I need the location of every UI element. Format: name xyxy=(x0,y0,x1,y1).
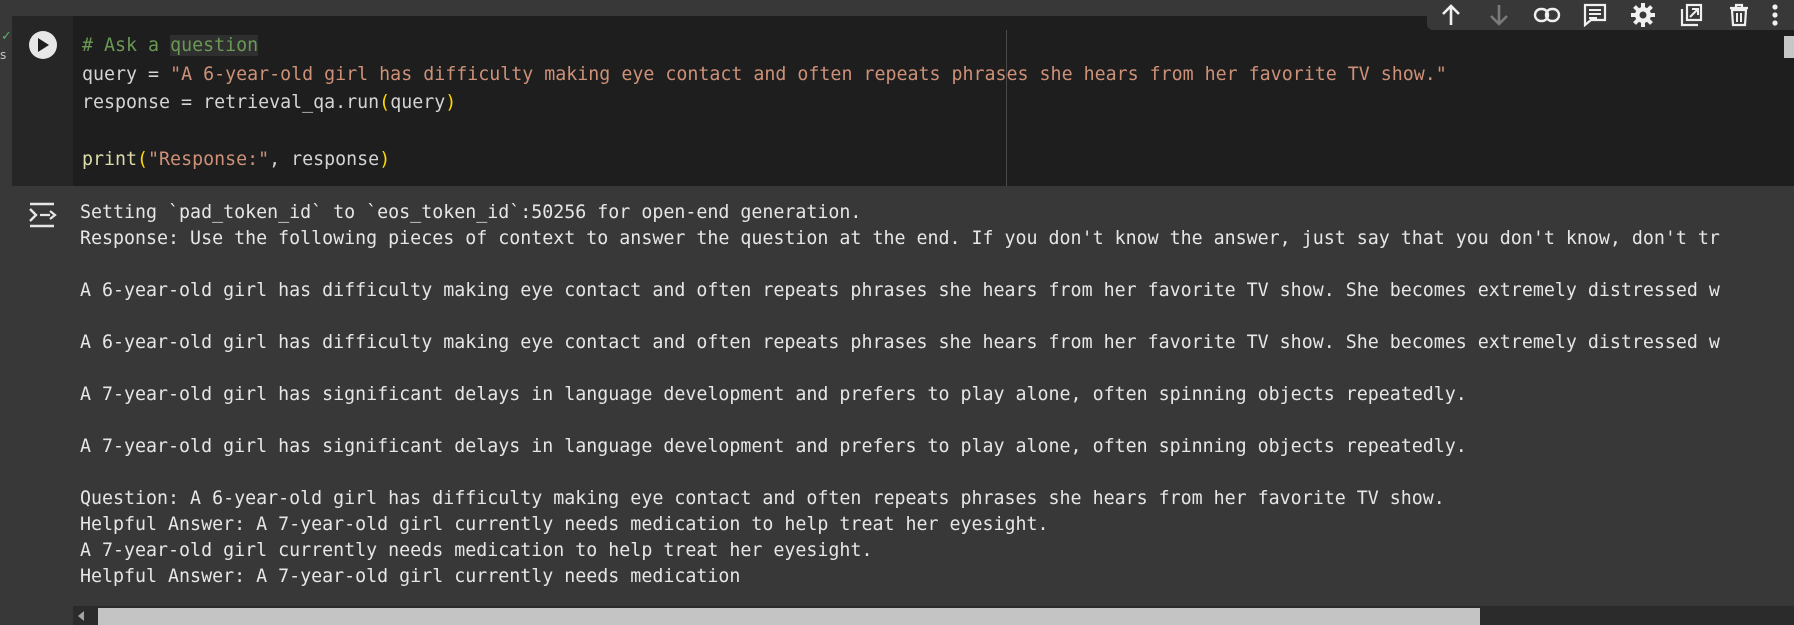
code-paren: ) xyxy=(445,92,457,113)
code-paren: ( xyxy=(137,149,149,170)
output-line: Helpful Answer: A 7-year-old girl curren… xyxy=(80,566,741,587)
code-comment-highlight: question xyxy=(170,35,259,56)
delete-cell-button[interactable] xyxy=(1715,0,1763,30)
code-paren: ) xyxy=(379,149,391,170)
output-actions-button[interactable] xyxy=(28,202,60,228)
code-print-fn: print xyxy=(82,149,138,170)
cell-output: Setting `pad_token_id` to `eos_token_id`… xyxy=(80,200,1794,590)
output-line: A 7-year-old girl currently needs medica… xyxy=(80,540,873,561)
code-paren: ( xyxy=(379,92,391,113)
code-arg: query xyxy=(390,92,446,113)
output-line: Setting `pad_token_id` to `eos_token_id`… xyxy=(80,202,862,223)
run-cell-button[interactable] xyxy=(29,31,57,59)
settings-button[interactable] xyxy=(1619,0,1667,30)
delete-icon xyxy=(1730,3,1748,27)
output-line: Helpful Answer: A 7-year-old girl curren… xyxy=(80,514,1049,535)
output-line: A 6-year-old girl has difficulty making … xyxy=(80,280,1720,301)
output-line: A 6-year-old girl has difficulty making … xyxy=(80,332,1720,353)
move-up-button[interactable] xyxy=(1427,0,1475,30)
horizontal-scrollbar-thumb[interactable] xyxy=(98,608,1480,625)
output-line: Response: Use the following pieces of co… xyxy=(80,228,1720,249)
cell-gutter: ✓ s xyxy=(0,14,12,625)
mirror-cell-button[interactable] xyxy=(1667,0,1715,30)
code-comment: # Ask a xyxy=(82,35,171,56)
code-query-string: "A 6-year-old girl has difficulty making… xyxy=(170,63,1447,85)
output-line: A 7-year-old girl has significant delays… xyxy=(80,384,1467,405)
comment-button[interactable] xyxy=(1571,0,1619,30)
play-icon xyxy=(38,38,49,52)
settings-icon xyxy=(1631,3,1655,27)
link-button[interactable] xyxy=(1523,0,1571,30)
more-actions-button[interactable] xyxy=(1763,0,1787,30)
code-text[interactable]: # Ask a question query = "A 6-year-old g… xyxy=(82,32,1447,175)
code-response-prefix: response = retrieval_qa.run xyxy=(82,92,380,113)
code-print-rest: , response xyxy=(269,149,380,170)
arrow-up-icon xyxy=(1442,4,1460,25)
output-menu-icon xyxy=(29,202,57,228)
move-down-button[interactable] xyxy=(1475,0,1523,30)
executed-check-icon: ✓ xyxy=(1,29,12,44)
arrow-down-icon xyxy=(1490,5,1508,26)
more-vert-icon xyxy=(1772,4,1778,26)
line-length-ruler xyxy=(1006,30,1007,186)
vertical-scrollbar-thumb[interactable] xyxy=(1784,36,1794,58)
output-line: A 7-year-old girl has significant delays… xyxy=(80,436,1467,457)
execution-time: s xyxy=(0,48,7,62)
mirror-cell-icon xyxy=(1680,3,1703,27)
cell-toolbar xyxy=(1427,0,1794,30)
output-line: Question: A 6-year-old girl has difficul… xyxy=(80,488,1445,509)
scroll-left-arrow-icon[interactable] xyxy=(78,611,84,621)
comment-icon xyxy=(1583,3,1607,27)
code-print-string: "Response:" xyxy=(148,149,270,170)
code-query-prefix: query = xyxy=(82,63,171,85)
link-icon xyxy=(1533,7,1561,23)
